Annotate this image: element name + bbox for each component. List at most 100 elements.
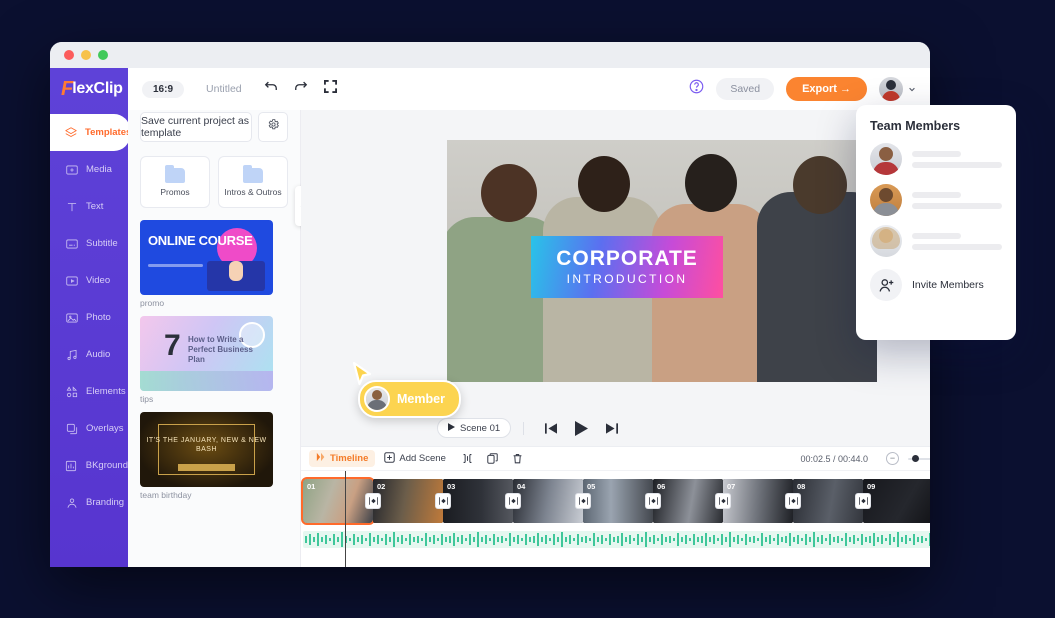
clip-number: 07 [727, 482, 736, 491]
zoom-slider-knob[interactable] [912, 455, 919, 462]
collaborator-label: Member [397, 392, 445, 406]
template-label: tips [140, 394, 154, 404]
redo-button[interactable] [294, 80, 308, 98]
transition-button[interactable] [506, 494, 520, 508]
sidebar-item-branding[interactable]: Branding [50, 484, 128, 521]
aspect-ratio-button[interactable]: 16:9 [142, 80, 185, 98]
scene-selector[interactable]: Scene 01 [437, 418, 512, 438]
decorative-leaves [140, 371, 273, 391]
panel-content: Save current project as template Promos [128, 100, 300, 500]
template-thumbnail: ONLINE COURSE [140, 220, 273, 295]
save-status[interactable]: Saved [716, 78, 775, 100]
timeline-clip[interactable]: 07 [723, 479, 793, 523]
aspect-ratio-label: 16:9 [153, 83, 174, 95]
team-member-row[interactable] [870, 143, 1002, 175]
invite-members-button[interactable]: Invite Members [870, 269, 1002, 301]
zoom-out-button[interactable]: − [886, 452, 899, 465]
template-card[interactable]: IT'S THE JANUARY, NEW & NEW BASH team bi… [140, 412, 273, 500]
split-icon [463, 454, 472, 463]
timeline-clip[interactable]: 04 [513, 479, 583, 523]
skip-previous-button[interactable] [545, 422, 558, 434]
clip-number: 03 [447, 482, 456, 491]
sidebar-item-subtitle[interactable]: Subtitle [50, 225, 128, 262]
transition-button[interactable] [786, 494, 800, 508]
sidebar-item-photo[interactable]: Photo [50, 299, 128, 336]
panel-settings-button[interactable] [258, 112, 288, 142]
window-close-button[interactable] [64, 50, 74, 60]
add-scene-button[interactable]: Add Scene [375, 451, 454, 466]
template-card[interactable]: 7 How to Write a Perfect Business Plan t… [140, 316, 273, 404]
person-head-3 [685, 154, 737, 212]
transition-button[interactable] [366, 494, 380, 508]
transition-button[interactable] [646, 494, 660, 508]
sidebar-label: Media [86, 164, 112, 175]
folder-promos[interactable]: Promos [140, 156, 210, 208]
team-member-row[interactable] [870, 225, 1002, 257]
clip-number: 01 [307, 482, 316, 491]
screenshot-root: FlexClip Templates Media Text Subtitle V… [0, 0, 1055, 618]
fullscreen-button[interactable] [323, 80, 337, 98]
team-member-row[interactable] [870, 184, 1002, 216]
transition-button[interactable] [436, 494, 450, 508]
timeline-clip[interactable]: 03 [443, 479, 513, 523]
timeline-clip[interactable]: 08 [793, 479, 863, 523]
transition-button[interactable] [576, 494, 590, 508]
help-button[interactable] [689, 79, 704, 99]
timeline-clip[interactable]: 06 [653, 479, 723, 523]
split-button[interactable] [455, 453, 480, 464]
sidebar-item-media[interactable]: Media [50, 151, 128, 188]
sidebar-item-text[interactable]: Text [50, 188, 128, 225]
export-button[interactable]: Export → [786, 77, 867, 101]
audio-track[interactable] [303, 531, 930, 548]
folder-intros-outros[interactable]: Intros & Outros [218, 156, 288, 208]
play-icon [575, 420, 589, 436]
template-thumbnail: 7 How to Write a Perfect Business Plan [140, 316, 273, 391]
window-minimize-button[interactable] [81, 50, 91, 60]
template-card[interactable]: ONLINE COURSE promo [140, 220, 273, 308]
template-label: team birthday [140, 490, 192, 500]
app-window: FlexClip Templates Media Text Subtitle V… [50, 42, 930, 567]
team-members-title: Team Members [870, 119, 961, 133]
sidebar-item-bkground[interactable]: BKground [50, 447, 128, 484]
app-header: 16:9 Untitled Saved Export → [128, 68, 930, 110]
sidebar-item-templates[interactable]: Templates [50, 114, 131, 151]
timeline-clip[interactable]: 01 [301, 477, 375, 525]
save-template-row: Save current project as template [140, 112, 288, 142]
undo-button[interactable] [264, 80, 278, 98]
play-button[interactable] [575, 420, 589, 436]
save-project-as-template-button[interactable]: Save current project as template [140, 112, 252, 142]
editor-main: 100% Transform Filter Adjust Animation •… [301, 68, 930, 567]
window-maximize-button[interactable] [98, 50, 108, 60]
sidebar-item-overlays[interactable]: Overlays [50, 410, 128, 447]
branding-icon [64, 495, 79, 510]
sidebar-item-video[interactable]: Video [50, 262, 128, 299]
sidebar-label: Subtitle [86, 238, 118, 249]
project-title-label: Untitled [206, 83, 242, 95]
timeline-tracks: 01 02 03 04 05 06 07 08 09 [301, 471, 930, 567]
plus-box-icon [384, 451, 396, 466]
timeline-tab[interactable]: Timeline [309, 450, 376, 467]
timeline-clip[interactable]: 09 [863, 479, 930, 523]
sidebar-item-audio[interactable]: Audio [50, 336, 128, 373]
skip-next-button[interactable] [606, 422, 619, 434]
timeline-timecode: 00:02.5 / 00:44.0 [800, 453, 868, 464]
transition-icon [788, 497, 798, 505]
saved-label: Saved [730, 83, 761, 95]
project-title[interactable]: Untitled [206, 83, 242, 95]
transition-button[interactable] [716, 494, 730, 508]
duplicate-button[interactable] [480, 453, 505, 464]
invite-members-label: Invite Members [912, 279, 984, 291]
window-titlebar [50, 42, 930, 68]
timeline-clip[interactable]: 05 [583, 479, 653, 523]
video-canvas[interactable]: CORPORATE INTRODUCTION [447, 140, 877, 382]
timeline-playhead[interactable] [345, 471, 346, 567]
zoom-slider[interactable] [908, 455, 930, 462]
delete-button[interactable] [505, 453, 530, 464]
transition-button[interactable] [856, 494, 870, 508]
app-logo[interactable]: FlexClip [50, 68, 128, 110]
timeline-clip[interactable]: 02 [373, 479, 443, 523]
sidebar-item-elements[interactable]: Elements [50, 373, 128, 410]
caption-text-box[interactable]: CORPORATE INTRODUCTION [531, 236, 723, 298]
account-menu[interactable] [879, 77, 916, 101]
sidebar-label: Video [86, 275, 111, 286]
